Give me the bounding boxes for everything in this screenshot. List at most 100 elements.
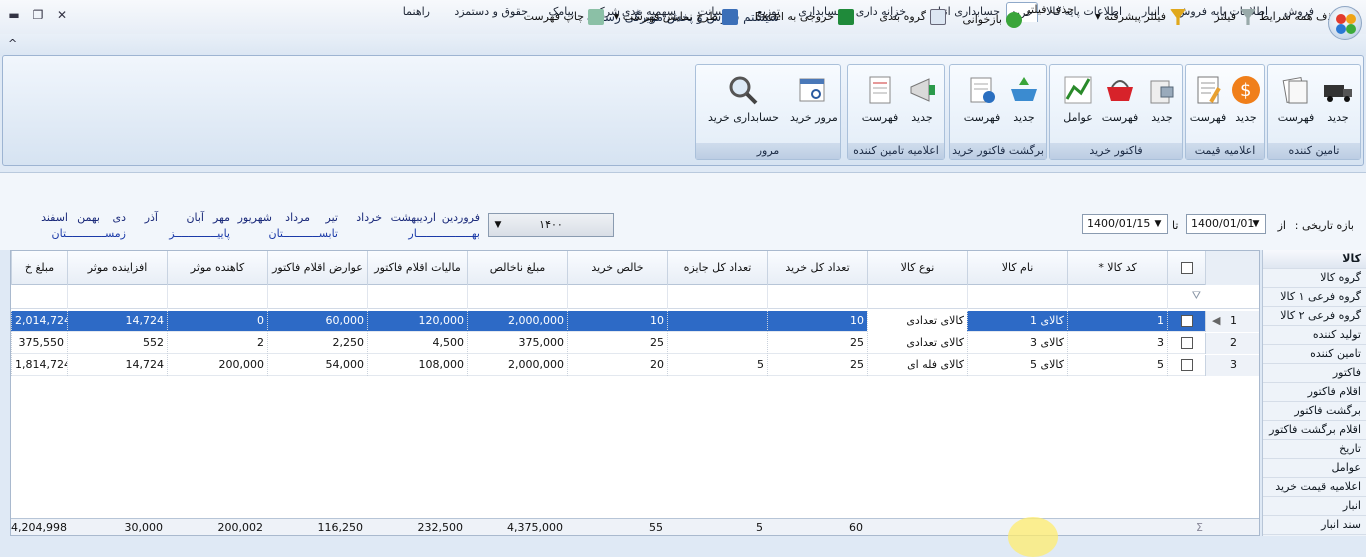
cell-code[interactable]: 1 — [1067, 311, 1167, 332]
cell-name[interactable]: کالای 3 — [967, 333, 1067, 354]
table-row[interactable]: 2 3 کالای 3 کالای تعدادی 25 25 375,000 4… — [11, 333, 1259, 354]
filter-row-funnel-icon[interactable]: ⛛ — [1167, 285, 1259, 309]
cell-increase[interactable]: 14,724 — [67, 311, 167, 332]
app-menu-orb-icon[interactable] — [1328, 6, 1362, 40]
filter-cell[interactable] — [867, 285, 967, 309]
notice-new-button[interactable]: جدید — [900, 69, 944, 124]
header-select-all[interactable] — [1167, 251, 1205, 285]
cell-tax[interactable]: 108,000 — [367, 355, 467, 376]
side-item-subgroup-1[interactable]: گروه فرعی ۱ کالا — [1263, 288, 1366, 307]
month-12[interactable]: اسفند — [41, 211, 68, 224]
header-amount[interactable]: مبلغ خ — [11, 251, 67, 285]
side-item-producer[interactable]: تولید کننده — [1263, 326, 1366, 345]
side-item-subgroup-2[interactable]: گروه فرعی ۲ کالا — [1263, 307, 1366, 326]
header-type[interactable]: نوع کالا — [867, 251, 967, 285]
side-item-date[interactable]: تاریخ — [1263, 440, 1366, 459]
cell-net[interactable]: 20 — [567, 355, 667, 376]
filter-cell[interactable] — [267, 285, 367, 309]
cell-total[interactable]: 25 — [767, 355, 867, 376]
cell-type[interactable]: کالای فله ای — [867, 355, 967, 376]
cell-name[interactable]: کالای 5 — [967, 355, 1067, 376]
cell-gross[interactable]: 2,000,000 — [467, 355, 567, 376]
cell-amount[interactable]: 1,814,724 — [11, 355, 67, 376]
header-gross[interactable]: مبلغ ناخالص — [467, 251, 567, 285]
cell-increase[interactable]: 552 — [67, 333, 167, 354]
filter-cell[interactable] — [667, 285, 767, 309]
cell-net[interactable]: 10 — [567, 311, 667, 332]
cell-duty[interactable]: 2,250 — [267, 333, 367, 354]
filter-button[interactable]: فیلتر — [1214, 9, 1256, 25]
date-to-field[interactable]: 1400/01/15 ▼ — [1082, 214, 1168, 234]
side-item-goods-group[interactable]: گروه کالا — [1263, 269, 1366, 288]
cell-type[interactable]: کالای تعدادی — [867, 311, 967, 332]
side-item-invoice-items[interactable]: اقلام فاکتور — [1263, 383, 1366, 402]
row-indicator[interactable]: ◀ 1 — [1205, 311, 1259, 332]
header-increase[interactable]: افزاینده موثر — [67, 251, 167, 285]
side-item-price-notice[interactable]: اعلامیه قیمت خرید — [1263, 478, 1366, 497]
filter-cell[interactable] — [167, 285, 267, 309]
print-list-button[interactable]: چاپ فهرست — [524, 9, 604, 25]
row-indicator[interactable]: 2 — [1205, 333, 1259, 354]
side-item-warehouse[interactable]: انبار — [1263, 497, 1366, 516]
season-spring[interactable]: بهـــــــــــــــــار — [408, 227, 480, 240]
cell-gross[interactable]: 375,000 — [467, 333, 567, 354]
year-select[interactable]: ▼ ۱۴۰۰ — [488, 213, 614, 237]
filter-cell[interactable] — [1067, 285, 1167, 309]
header-tax[interactable]: مالیات اقلام فاکتور — [367, 251, 467, 285]
row-checkbox-cell[interactable] — [1167, 333, 1205, 354]
header-code[interactable]: کد کالا * — [1067, 251, 1167, 285]
reload-button[interactable]: بازخوانی — [963, 12, 1022, 28]
cell-net[interactable]: 25 — [567, 333, 667, 354]
invoice-new-button[interactable]: جدید — [1140, 69, 1184, 124]
cell-amount[interactable]: 2,014,724 — [11, 311, 67, 332]
side-item-goods[interactable]: کالا — [1263, 250, 1366, 269]
header-bonus[interactable]: تعداد کل جایزه — [667, 251, 767, 285]
ribbon-collapse-icon[interactable]: ^ — [8, 37, 17, 50]
select-all-checkbox[interactable] — [1180, 262, 1193, 274]
cell-code[interactable]: 3 — [1067, 333, 1167, 354]
month-1[interactable]: فروردین — [442, 211, 480, 224]
cell-gross[interactable]: 2,000,000 — [467, 311, 567, 332]
cell-total[interactable]: 10 — [767, 311, 867, 332]
month-8[interactable]: آبان — [186, 211, 204, 224]
header-total[interactable]: تعداد کل خرید — [767, 251, 867, 285]
notice-list-button[interactable]: فهرست — [858, 69, 902, 124]
side-item-return-items[interactable]: اقلام برگشت فاکتور — [1263, 421, 1366, 440]
month-7[interactable]: مهر — [213, 211, 230, 224]
cell-name[interactable]: کالای 1 — [967, 311, 1067, 332]
filter-cell[interactable] — [467, 285, 567, 309]
header-net[interactable]: خالص خرید — [567, 251, 667, 285]
header-decrease[interactable]: کاهنده موثر — [167, 251, 267, 285]
header-name[interactable]: نام کالا — [967, 251, 1067, 285]
row-checkbox-cell[interactable] — [1167, 311, 1205, 332]
month-11[interactable]: بهمن — [77, 211, 100, 224]
cell-increase[interactable]: 14,724 — [67, 355, 167, 376]
filter-cell[interactable] — [67, 285, 167, 309]
cell-amount[interactable]: 375,550 — [11, 333, 67, 354]
row-indicator[interactable]: 3 — [1205, 355, 1259, 376]
cell-tax[interactable]: 120,000 — [367, 311, 467, 332]
browse-purchase-button[interactable]: مرور خرید — [790, 69, 838, 124]
cell-total[interactable]: 25 — [767, 333, 867, 354]
season-winter[interactable]: زمســــــــــــتان — [52, 227, 126, 240]
purchase-accounting-button[interactable]: حسابداری خرید — [708, 69, 779, 124]
price-new-button[interactable]: $ جدید — [1224, 69, 1268, 124]
supplier-list-button[interactable]: فهرست — [1274, 69, 1318, 124]
month-6[interactable]: شهریور — [238, 211, 272, 224]
cell-duty[interactable]: 60,000 — [267, 311, 367, 332]
month-3[interactable]: خرداد — [356, 211, 382, 224]
month-2[interactable]: اردیبهشت — [391, 211, 436, 224]
advanced-filter-button[interactable]: فیلتر پیشرفته ▾ — [1095, 9, 1186, 25]
filter-cell[interactable] — [367, 285, 467, 309]
side-item-return-invoice[interactable]: برگشت فاکتور — [1263, 402, 1366, 421]
cell-code[interactable]: 5 — [1067, 355, 1167, 376]
cell-bonus[interactable]: 5 — [667, 355, 767, 376]
month-5[interactable]: مرداد — [285, 211, 310, 224]
tab-payroll[interactable]: حقوق و دستمزد — [454, 2, 528, 22]
side-item-warehouse-doc[interactable]: سند انبار — [1263, 516, 1366, 535]
season-autumn[interactable]: پاییـــــــــــــز — [169, 227, 230, 240]
list-layout-button[interactable]: طرح نمایش فهرست ▾ — [614, 9, 738, 25]
season-summer[interactable]: تابســـــــــــتان — [269, 227, 339, 240]
row-checkbox[interactable] — [1180, 359, 1193, 371]
cell-bonus[interactable] — [667, 311, 767, 332]
